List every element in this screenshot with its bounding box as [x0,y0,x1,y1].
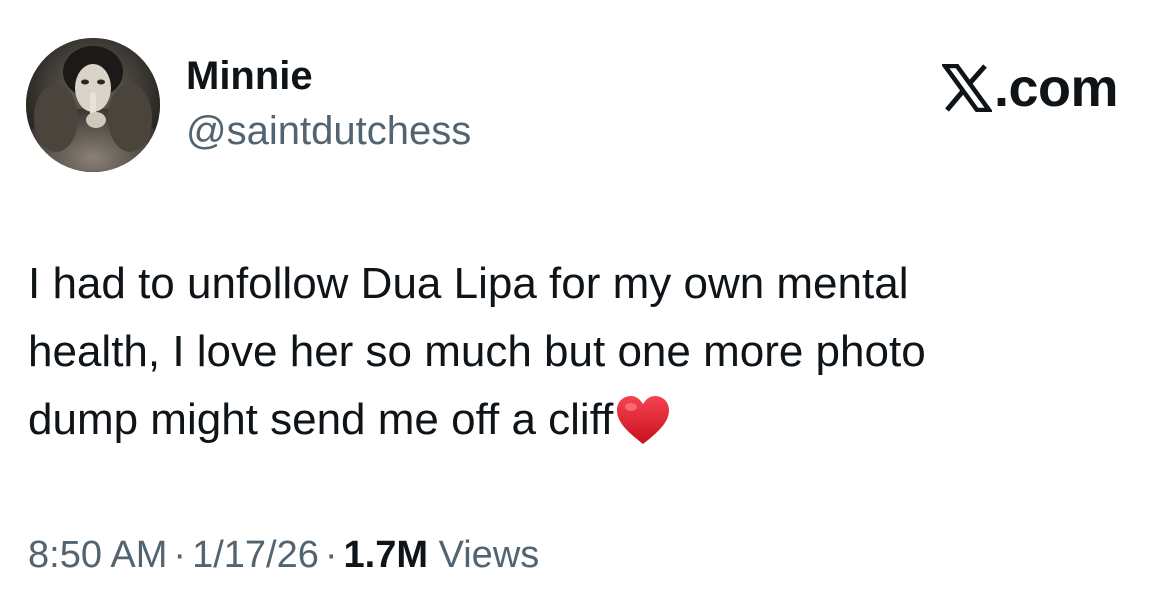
tweet-card: Minnie @saintdutchess .com I had to unfo… [0,0,1170,605]
tweet-line: I had to unfollow Dua Lipa for my own me… [28,259,909,308]
x-logo-icon [941,64,992,112]
tweet-line-text: dump might send me off a cliff [28,395,614,444]
display-name[interactable]: Minnie [186,52,313,100]
user-handle[interactable]: @saintdutchess [186,107,471,155]
views-count: 1.7M [343,534,429,576]
tweet-date[interactable]: 1/17/26 [192,534,319,576]
brand-domain-text: .com [993,58,1119,118]
meta-separator: · [324,534,338,576]
tweet-line: health, I love her so much but one more … [28,327,926,376]
tweet-metadata: 8:50 AM · 1/17/26 · 1.7M Views [28,530,539,580]
tweet-time[interactable]: 8:50 AM [28,534,167,576]
red-heart-icon [615,394,671,446]
avatar[interactable] [26,38,160,172]
tweet-line-last: dump might send me off a cliff [28,386,1138,454]
tweet-body: I had to unfollow Dua Lipa for my own me… [28,250,1138,454]
profile-photo [26,38,160,172]
brand-watermark: .com [941,58,1119,118]
meta-separator: · [173,534,187,576]
views-label: Views [438,534,540,576]
